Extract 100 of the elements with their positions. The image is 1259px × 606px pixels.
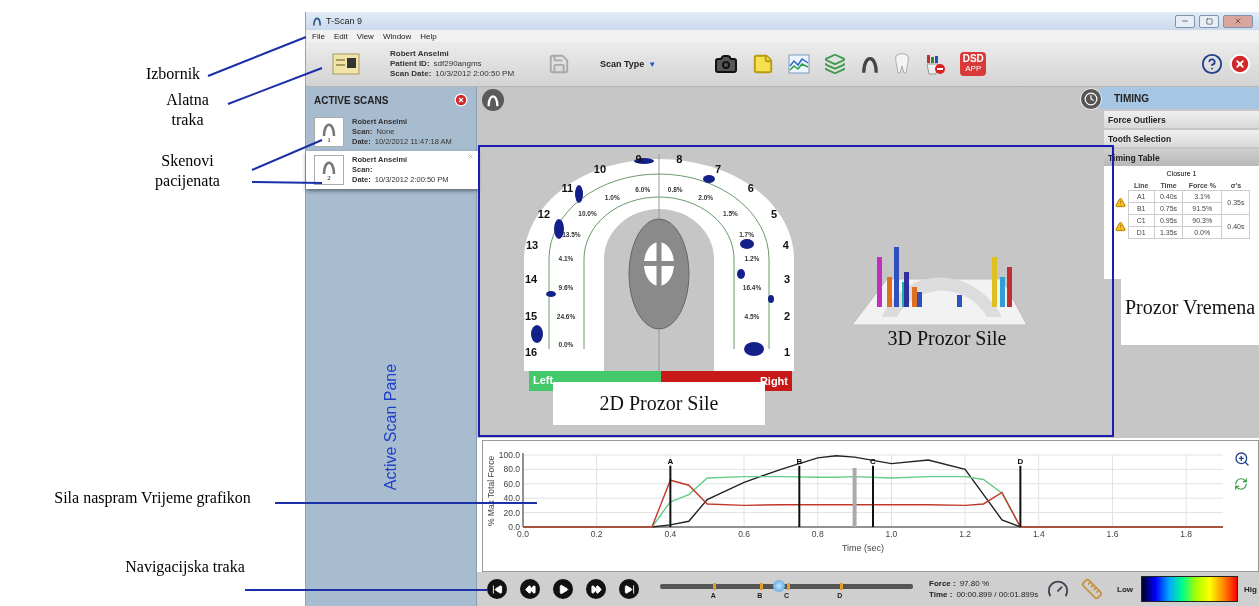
dsd-app-button[interactable]: DSD APP — [960, 52, 987, 76]
y-tick-label: 40.0 — [503, 493, 520, 504]
tooth-number: 15 — [524, 309, 538, 322]
menu-item[interactable]: File — [312, 31, 325, 41]
graph-button[interactable] — [788, 54, 811, 74]
pane-title: ACTIVE SCANS — [314, 94, 389, 106]
patient-id: sdf290angms — [433, 59, 482, 69]
skip-forward-icon — [623, 583, 635, 595]
window-title: T-Scan 9 — [326, 16, 364, 26]
left-label: Left — [533, 374, 554, 386]
arch-view-button[interactable] — [482, 89, 504, 111]
maximize-icon — [1205, 17, 1213, 25]
close-icon — [1229, 53, 1251, 75]
tooth-number: 14 — [524, 273, 538, 286]
annotation-label: Izbornik — [144, 64, 202, 84]
rewind-icon — [524, 583, 536, 595]
maximize-button[interactable] — [1199, 14, 1219, 28]
tooth-number: 7 — [714, 163, 722, 176]
tooth-number: 6 — [747, 182, 754, 195]
zoom-icon[interactable] — [1234, 451, 1250, 468]
help-icon — [1201, 53, 1223, 75]
close-button[interactable] — [1223, 14, 1253, 28]
menu-item[interactable]: Window — [382, 31, 412, 41]
force-label: Force : — [929, 578, 956, 590]
menu-item[interactable]: Help — [420, 31, 437, 41]
tooth-number: 4 — [782, 238, 789, 251]
marker-label: D — [1017, 456, 1024, 466]
overlay-label: 3D Prozor Sile — [886, 325, 1008, 351]
patient-card-button[interactable] — [332, 53, 360, 75]
skip-back-icon — [491, 583, 503, 595]
x-tick-label: 1.2 — [959, 529, 971, 540]
x-tick-label: 1.4 — [1032, 529, 1045, 540]
tooth-number: 11 — [561, 182, 574, 195]
arch-icon — [486, 93, 500, 107]
last-frame-button[interactable] — [619, 579, 639, 600]
marker-line[interactable] — [872, 465, 874, 529]
close-all-icon[interactable] — [454, 93, 468, 107]
x-tick-label: 0.8 — [811, 529, 824, 540]
overlay-label: 2D Prozor Sile — [553, 382, 765, 425]
refresh-icon[interactable] — [1234, 477, 1248, 492]
x-axis-label: Time (sec) — [841, 543, 885, 554]
tooth-chart-button[interactable] — [924, 53, 947, 75]
line-graph-icon — [788, 54, 811, 74]
x-tick-label: 1.8 — [1180, 529, 1193, 540]
patient-name: Robert Anselmi — [390, 49, 450, 59]
slider-thumb[interactable] — [772, 580, 785, 593]
marker-line[interactable] — [669, 465, 672, 529]
tooth-number: 10 — [593, 163, 607, 176]
x-tick-label: 1.0 — [885, 529, 898, 540]
section-header[interactable]: Tooth Selection — [1104, 130, 1259, 147]
camera-button[interactable] — [714, 52, 739, 76]
minimize-button[interactable] — [1175, 14, 1195, 28]
marker-label: B — [796, 456, 803, 466]
time-value: 00:00.899 / 00:01.899s — [956, 589, 1039, 601]
close-icon — [1234, 17, 1242, 25]
tooth-icon — [894, 53, 911, 75]
fast-forward-icon — [590, 583, 602, 595]
slider-tick — [786, 583, 790, 591]
force-value: 97.80 % — [959, 578, 990, 590]
pane-label: Active Scan Pane — [382, 363, 400, 491]
play-button[interactable] — [553, 579, 573, 600]
fast-forward-button[interactable] — [586, 579, 606, 600]
tooth-number: 8 — [676, 153, 683, 166]
tooth-number: 3 — [783, 273, 791, 286]
marker-line[interactable] — [1019, 465, 1022, 529]
slider-tick — [759, 583, 763, 591]
x-tick-label: 0.0 — [517, 529, 529, 540]
first-frame-button[interactable] — [487, 579, 507, 600]
layers-button[interactable] — [824, 53, 847, 75]
x-tick-label: 1.6 — [1106, 529, 1119, 540]
slider-tick — [713, 583, 717, 591]
tooth-number: 5 — [771, 208, 778, 221]
minimize-icon — [1181, 17, 1189, 25]
annotation-label: Alatna traka — [165, 90, 210, 130]
slider-tick — [839, 583, 843, 591]
field-label: Scan Date: — [390, 69, 432, 79]
menu-item[interactable]: View — [356, 31, 374, 41]
section-header[interactable]: Force Outliers — [1104, 111, 1259, 128]
annotation-label: Sila naspram Vrijeme grafikon — [53, 488, 252, 508]
camera-icon — [714, 52, 739, 76]
exit-button[interactable] — [1229, 53, 1251, 75]
tooth-number: 13 — [526, 238, 539, 251]
tooth-number: 9 — [635, 153, 642, 166]
arch-icon — [860, 54, 881, 74]
sticky-note-icon — [752, 53, 775, 75]
legend-low-label: Low — [1117, 584, 1133, 594]
menu-item[interactable]: Edit — [333, 31, 348, 41]
x-tick-label: 0.2 — [590, 529, 603, 540]
help-button[interactable] — [1201, 53, 1223, 75]
marker-label: A — [667, 456, 674, 466]
scan-type-dropdown[interactable]: Scan Type ▼ — [600, 59, 657, 69]
tooth-number: 16 — [524, 346, 538, 358]
arch-button[interactable] — [860, 54, 881, 74]
rewind-button[interactable] — [520, 579, 540, 600]
marker-line[interactable] — [798, 465, 801, 529]
app-logo-icon — [312, 16, 322, 26]
save-icon — [548, 53, 570, 75]
time-label: Time : — [929, 589, 953, 601]
y-tick-label: 60.0 — [503, 479, 520, 490]
play-icon — [557, 583, 569, 595]
